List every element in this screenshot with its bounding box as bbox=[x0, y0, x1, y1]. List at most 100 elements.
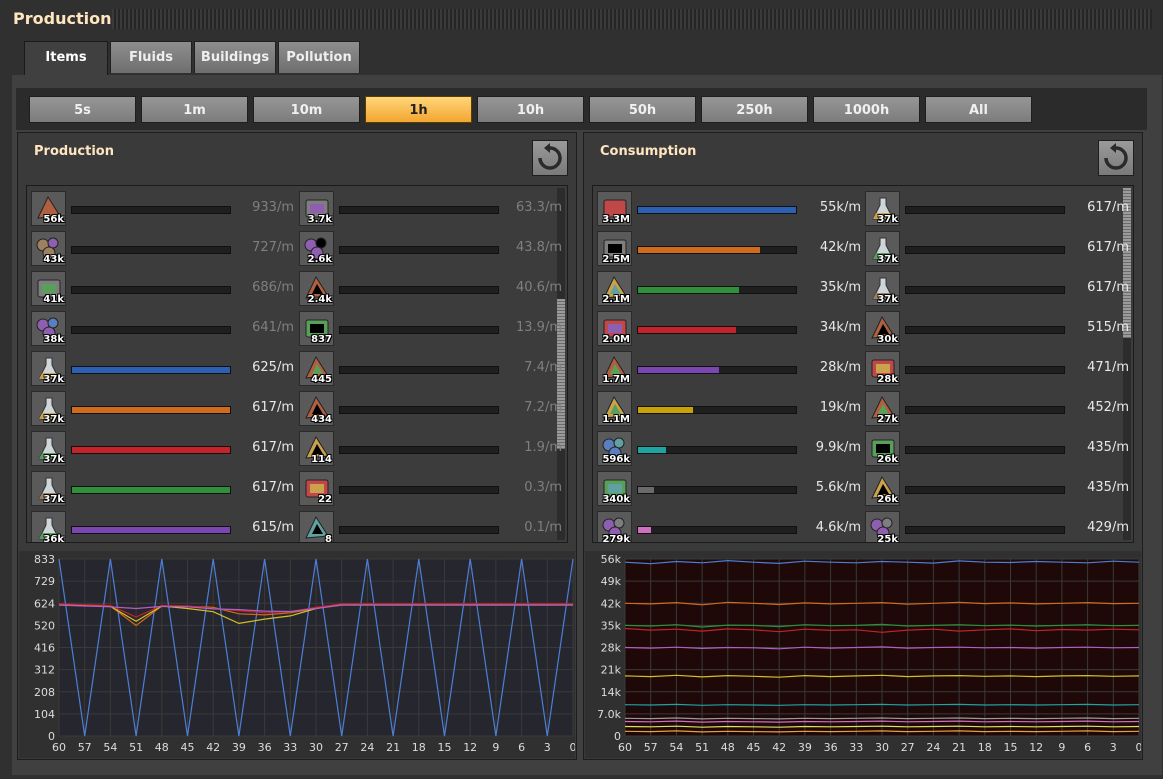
item-row[interactable]: 445 7.4/m bbox=[297, 350, 563, 390]
item-row[interactable]: 1.7M 28k/m bbox=[595, 350, 861, 390]
item-rate-bar bbox=[339, 326, 499, 334]
item-row[interactable]: 340k 5.6k/m bbox=[595, 470, 861, 510]
item-row[interactable]: 37k 617/m bbox=[863, 230, 1129, 270]
production-item-list: 56k 933/m 43k 727/m 41k 686/m 38k 641/m 37k 625/m… bbox=[26, 185, 568, 543]
item-count: 37k bbox=[43, 494, 64, 505]
item-icon: 38k bbox=[31, 311, 66, 346]
item-icon: 434 bbox=[299, 391, 334, 426]
item-row[interactable]: 434 7.2/m bbox=[297, 390, 563, 430]
item-row[interactable]: 22 0.3/m bbox=[297, 470, 563, 510]
item-row[interactable]: 30k 515/m bbox=[863, 310, 1129, 350]
time-range-all-button[interactable]: All bbox=[925, 96, 1032, 123]
item-count: 26k bbox=[877, 494, 898, 505]
item-rate: 9.9k/m bbox=[815, 440, 861, 455]
item-rate: 5.6k/m bbox=[815, 480, 861, 495]
item-row[interactable]: 114 1.9/m bbox=[297, 430, 563, 470]
item-row[interactable]: 37k 617/m bbox=[863, 270, 1129, 310]
y-tick-label: 833 bbox=[34, 553, 55, 566]
item-count: 37k bbox=[43, 374, 64, 385]
item-row[interactable]: 3.3M 55k/m bbox=[595, 190, 861, 230]
item-row[interactable]: 26k 435/m bbox=[863, 470, 1129, 510]
window-title: Production bbox=[13, 9, 112, 28]
production-reset-button[interactable] bbox=[532, 140, 568, 176]
item-row[interactable]: 28k 471/m bbox=[863, 350, 1129, 390]
item-row[interactable]: 37k 617/m bbox=[863, 190, 1129, 230]
time-range-1h-button[interactable]: 1h bbox=[365, 96, 472, 123]
item-rate-bar-fill bbox=[638, 247, 760, 253]
x-tick-label: 6 bbox=[1084, 741, 1091, 754]
x-tick-label: 42 bbox=[772, 741, 786, 754]
item-count: 3.7k bbox=[307, 214, 332, 225]
x-tick-label: 60 bbox=[618, 741, 632, 754]
production-window: Production Items Fluids Buildings Pollut… bbox=[0, 0, 1163, 779]
item-rate: 615/m bbox=[252, 520, 294, 535]
tab-items[interactable]: Items bbox=[24, 41, 108, 75]
x-tick-label: 12 bbox=[463, 741, 477, 754]
item-row[interactable]: 2.0M 34k/m bbox=[595, 310, 861, 350]
item-row[interactable]: 37k 625/m bbox=[29, 350, 295, 390]
item-rate: 617/m bbox=[1087, 280, 1129, 295]
y-tick-label: 520 bbox=[34, 619, 55, 632]
item-row[interactable]: 2.1M 35k/m bbox=[595, 270, 861, 310]
item-row[interactable]: 41k 686/m bbox=[29, 270, 295, 310]
item-rate: 625/m bbox=[252, 360, 294, 375]
consumption-panel: Consumption 3.3M 55k/m 2.5M 42k/m 2.1M 35k/m 2… bbox=[583, 132, 1143, 760]
time-range-50h-button[interactable]: 50h bbox=[589, 96, 696, 123]
item-row[interactable]: 37k 617/m bbox=[29, 430, 295, 470]
time-range-10m-button[interactable]: 10m bbox=[253, 96, 360, 123]
item-count: 37k bbox=[877, 294, 898, 305]
x-tick-label: 21 bbox=[386, 741, 400, 754]
item-row[interactable]: 8 0.1/m bbox=[297, 510, 563, 542]
item-rate: 933/m bbox=[252, 200, 294, 215]
item-rate-bar bbox=[71, 486, 231, 494]
item-rate-bar-fill bbox=[638, 327, 736, 333]
time-range-250h-button[interactable]: 250h bbox=[701, 96, 808, 123]
item-icon: 56k bbox=[31, 191, 66, 226]
item-count: 2.0M bbox=[602, 334, 630, 345]
item-row[interactable]: 2.6k 43.8/m bbox=[297, 230, 563, 270]
tab-fluids[interactable]: Fluids bbox=[110, 41, 192, 73]
item-count: 38k bbox=[43, 334, 64, 345]
time-range-1m-button[interactable]: 1m bbox=[141, 96, 248, 123]
x-tick-label: 51 bbox=[129, 741, 143, 754]
item-count: 2.1M bbox=[602, 294, 630, 305]
consumption-reset-button[interactable] bbox=[1098, 140, 1134, 176]
drag-handle[interactable] bbox=[112, 9, 1152, 29]
time-range-10h-button[interactable]: 10h bbox=[477, 96, 584, 123]
item-rate: 4.6k/m bbox=[815, 520, 861, 535]
item-count: 37k bbox=[43, 414, 64, 425]
item-rate: 471/m bbox=[1087, 360, 1129, 375]
item-row[interactable]: 27k 452/m bbox=[863, 390, 1129, 430]
item-rate-bar bbox=[71, 446, 231, 454]
item-row[interactable]: 279k 4.6k/m bbox=[595, 510, 861, 542]
item-row[interactable]: 26k 435/m bbox=[863, 430, 1129, 470]
time-range-5s-button[interactable]: 5s bbox=[29, 96, 136, 123]
item-row[interactable]: 25k 429/m bbox=[863, 510, 1129, 542]
item-rate-bar bbox=[905, 366, 1065, 374]
item-row[interactable]: 56k 933/m bbox=[29, 190, 295, 230]
item-rate: 435/m bbox=[1087, 480, 1129, 495]
item-row[interactable]: 36k 615/m bbox=[29, 510, 295, 542]
item-row[interactable]: 38k 641/m bbox=[29, 310, 295, 350]
x-tick-label: 15 bbox=[438, 741, 452, 754]
item-row[interactable]: 1.1M 19k/m bbox=[595, 390, 861, 430]
item-rate-bar-fill bbox=[638, 207, 796, 213]
item-row[interactable]: 43k 727/m bbox=[29, 230, 295, 270]
item-rate-bar bbox=[339, 486, 499, 494]
time-range-1000h-button[interactable]: 1000h bbox=[813, 96, 920, 123]
item-row[interactable]: 2.5M 42k/m bbox=[595, 230, 861, 270]
tab-pollution[interactable]: Pollution bbox=[278, 41, 360, 73]
item-icon: 8 bbox=[299, 511, 334, 542]
item-row[interactable]: 37k 617/m bbox=[29, 470, 295, 510]
y-tick-label: 21k bbox=[601, 664, 622, 677]
item-row[interactable]: 2.4k 40.6/m bbox=[297, 270, 563, 310]
item-rate-bar bbox=[905, 206, 1065, 214]
item-row[interactable]: 596k 9.9k/m bbox=[595, 430, 861, 470]
item-row[interactable]: 37k 617/m bbox=[29, 390, 295, 430]
production-title: Production bbox=[34, 144, 114, 159]
item-row[interactable]: 837 13.9/m bbox=[297, 310, 563, 350]
item-rate: 35k/m bbox=[819, 280, 861, 295]
item-row[interactable]: 3.7k 63.3/m bbox=[297, 190, 563, 230]
tab-buildings[interactable]: Buildings bbox=[194, 41, 276, 73]
x-tick-label: 45 bbox=[181, 741, 195, 754]
